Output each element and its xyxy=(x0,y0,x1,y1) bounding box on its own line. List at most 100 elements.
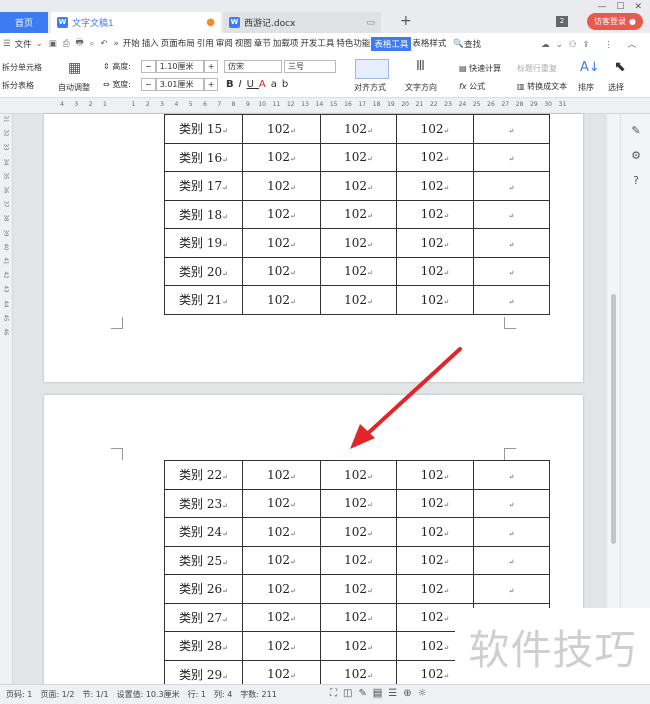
window-count-badge[interactable]: 2 xyxy=(556,16,568,27)
table-cell[interactable]: 102↵ xyxy=(320,114,397,144)
table-cell[interactable]: 102↵ xyxy=(396,285,474,315)
table-cell[interactable]: 102↵ xyxy=(242,171,321,201)
table-row[interactable]: 类别 26↵ 102↵ 102↵ 102↵ ↵ xyxy=(164,574,550,604)
table-cell[interactable]: 102↵ xyxy=(396,142,474,172)
table-cell[interactable]: 类别 27↵ xyxy=(164,602,243,632)
table-cell[interactable]: 102↵ xyxy=(320,488,397,518)
undo-icon[interactable]: ↶ xyxy=(100,39,107,49)
height-input[interactable]: 1.10厘米 xyxy=(155,60,204,73)
table-cell[interactable]: 类别 16↵ xyxy=(164,142,243,172)
table-cell[interactable]: 102↵ xyxy=(242,285,321,315)
table-cell[interactable]: ↵ xyxy=(473,285,550,315)
pen-icon[interactable]: ✎ xyxy=(629,124,643,138)
menu-tab-0[interactable]: 开始 xyxy=(122,37,141,51)
table-cell[interactable]: 102↵ xyxy=(320,545,397,575)
table-cell[interactable]: ↵ xyxy=(473,228,550,258)
select-button[interactable]: 选择 xyxy=(608,82,624,93)
menu-tab-2[interactable]: 页面布局 xyxy=(160,37,196,51)
print-icon[interactable]: 🖶 xyxy=(76,37,84,51)
table-cell[interactable]: 102↵ xyxy=(396,228,474,258)
status-pages[interactable]: 页面: 1/2 xyxy=(40,689,74,700)
table-cell[interactable]: 102↵ xyxy=(320,228,397,258)
table-cell[interactable]: 类别 24↵ xyxy=(164,517,243,547)
table-cell[interactable]: 102↵ xyxy=(396,517,474,547)
col-width-field[interactable]: −3.01厘米 + xyxy=(141,78,219,91)
table-row[interactable]: 类别 23↵ 102↵ 102↵ 102↵ ↵ xyxy=(164,488,550,518)
visitor-login-button[interactable]: 访客登录 ● xyxy=(587,13,643,30)
table-cell[interactable]: ↵ xyxy=(473,545,550,575)
read-mode-icon[interactable]: ◫ xyxy=(343,688,352,699)
table-cell[interactable]: 102↵ xyxy=(396,545,474,575)
table-cell[interactable]: 102↵ xyxy=(242,199,321,229)
pen-mode-icon[interactable]: ✎ xyxy=(358,688,366,699)
table-row[interactable]: 类别 15↵ 102↵ 102↵ 102↵ ↵ xyxy=(164,114,550,144)
table-cell[interactable]: 102↵ xyxy=(396,460,474,490)
height-decrement[interactable]: − xyxy=(141,60,156,73)
table-cell[interactable]: ↵ xyxy=(473,199,550,229)
table-cell[interactable]: 类别 26↵ xyxy=(164,574,243,604)
table-cell[interactable]: 102↵ xyxy=(396,574,474,604)
table-row[interactable]: 类别 16↵ 102↵ 102↵ 102↵ ↵ xyxy=(164,142,550,172)
table-cell[interactable]: 102↵ xyxy=(242,142,321,172)
text-direction-button[interactable]: 文字方向 xyxy=(405,82,437,93)
formula-button[interactable]: fx 公式 xyxy=(459,81,485,92)
menu-file[interactable]: 文件 xyxy=(14,38,33,50)
menu-tab-7[interactable]: 加载项 xyxy=(272,37,300,51)
table-cell[interactable]: 102↵ xyxy=(242,517,321,547)
adjust-icon[interactable]: ⚙ xyxy=(629,149,643,163)
table-cell[interactable]: 102↵ xyxy=(396,488,474,518)
table-cell[interactable]: 102↵ xyxy=(320,460,397,490)
font-name[interactable]: 仿宋 xyxy=(224,60,282,73)
table-cell[interactable]: 102↵ xyxy=(242,545,321,575)
table-cell[interactable]: 102↵ xyxy=(242,256,321,286)
tab-document-1[interactable]: W 文字文稿1 ● xyxy=(51,12,221,33)
table-cell[interactable]: 类别 21↵ xyxy=(164,285,243,315)
bold-button[interactable]: B xyxy=(226,79,239,90)
table-cell[interactable]: ↵ xyxy=(473,488,550,518)
more-icon[interactable]: » xyxy=(114,39,119,49)
table-cell[interactable]: 102↵ xyxy=(242,574,321,604)
table-cell[interactable]: ↵ xyxy=(473,574,550,604)
split-table-button[interactable]: 拆分表格 xyxy=(2,80,34,91)
table-cell[interactable]: 类别 19↵ xyxy=(164,228,243,258)
table-row[interactable]: 类别 19↵ 102↵ 102↵ 102↵ ↵ xyxy=(164,228,550,258)
table-cell[interactable]: 102↵ xyxy=(320,517,397,547)
align-icon[interactable] xyxy=(355,59,389,79)
menu-tab-10[interactable]: 表格工具 xyxy=(371,37,412,51)
fullscreen-icon[interactable]: ⛶ xyxy=(330,688,337,699)
table-cell[interactable]: 102↵ xyxy=(320,171,397,201)
outline-view-icon[interactable]: ☰ xyxy=(388,688,397,699)
page-view-icon[interactable]: ▤ xyxy=(372,688,383,699)
table-cell[interactable]: ↵ xyxy=(473,142,550,172)
font-size-select[interactable]: 三号 xyxy=(284,60,336,73)
help-icon[interactable]: ? xyxy=(629,174,643,188)
table-row[interactable]: 类别 18↵ 102↵ 102↵ 102↵ ↵ xyxy=(164,199,550,229)
tab-home[interactable]: 首页 xyxy=(0,12,48,33)
menu-tab-9[interactable]: 特色功能 xyxy=(335,37,371,51)
table-cell[interactable]: 102↵ xyxy=(242,228,321,258)
height-increment[interactable]: + xyxy=(203,60,219,73)
table-row[interactable]: 类别 17↵ 102↵ 102↵ 102↵ ↵ xyxy=(164,171,550,201)
underline-button[interactable]: U xyxy=(247,79,259,90)
table-cell[interactable]: ↵ xyxy=(473,517,550,547)
search-label[interactable]: 查找 xyxy=(464,38,481,50)
eye-care-icon[interactable]: ☼ xyxy=(418,688,427,699)
table-cell[interactable]: 类别 20↵ xyxy=(164,256,243,286)
table-cell[interactable]: 类别 22↵ xyxy=(164,460,243,490)
web-view-icon[interactable]: ⊕ xyxy=(403,688,411,699)
menu-tab-1[interactable]: 插入 xyxy=(141,37,160,51)
menu-tab-4[interactable]: 审阅 xyxy=(215,37,234,51)
font-size-value[interactable]: 三号 xyxy=(284,60,336,73)
repeat-header-button[interactable]: 标题行重复 xyxy=(517,63,557,74)
horizontal-ruler[interactable]: 4 3 2 1 1 2 3 4 5 6 7 8 9 10 11 12 13 14 15 16 17 18 19 20 21 22 2… xyxy=(0,98,650,114)
table-row[interactable]: 类别 22↵ 102↵ 102↵ 102↵ ↵ xyxy=(164,460,550,490)
table-cell[interactable]: 102↵ xyxy=(242,631,321,661)
table-cell[interactable]: 102↵ xyxy=(242,114,321,144)
auto-fit-button[interactable]: 自动调整 xyxy=(58,82,90,93)
table-cell[interactable]: 类别 28↵ xyxy=(164,631,243,661)
close-button[interactable]: ✕ xyxy=(634,2,642,12)
row-height-field[interactable]: −1.10厘米 + xyxy=(141,60,219,73)
width-input[interactable]: 3.01厘米 xyxy=(155,78,204,91)
table-cell[interactable]: 类别 17↵ xyxy=(164,171,243,201)
split-cell-button[interactable]: 拆分单元格 xyxy=(2,62,42,73)
